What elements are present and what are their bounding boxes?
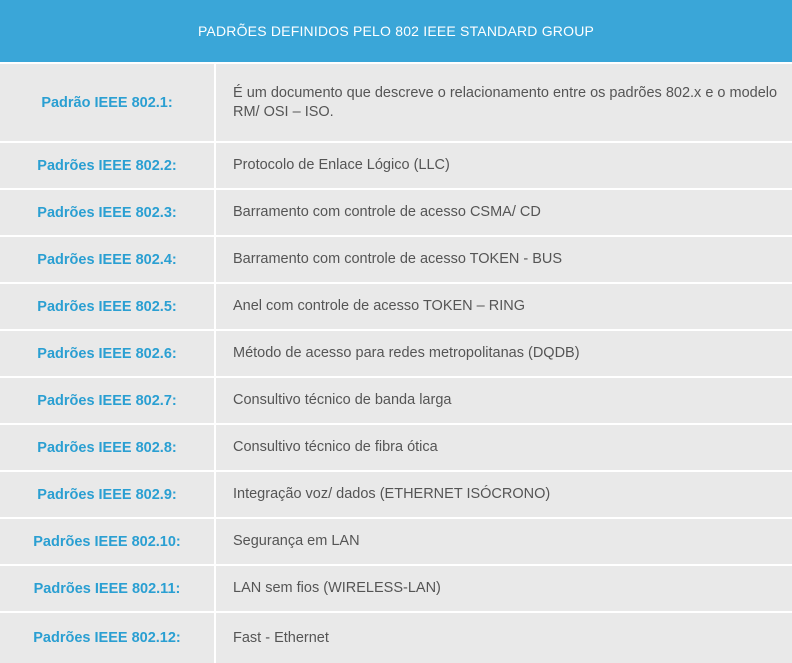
standard-label: Padrões IEEE 802.4: — [0, 237, 216, 282]
standard-description: É um documento que descreve o relacionam… — [233, 84, 778, 120]
standard-description: Fast - Ethernet — [233, 629, 329, 646]
table-row: Padrões IEEE 802.3: Barramento com contr… — [0, 190, 792, 237]
standard-description: Barramento com controle de acesso TOKEN … — [233, 251, 563, 267]
standard-description: Segurança em LAN — [233, 533, 360, 549]
table-row: Padrões IEEE 802.4: Barramento com contr… — [0, 237, 792, 284]
standard-label: Padrões IEEE 802.6: — [0, 331, 216, 376]
standard-description: Consultivo técnico de fibra ótica — [233, 439, 438, 455]
table-body: Padrão IEEE 802.1: É um documento que de… — [0, 64, 792, 663]
standard-label: Padrões IEEE 802.5: — [0, 284, 216, 329]
standard-description: Protocolo de Enlace Lógico (LLC) — [233, 157, 450, 173]
standard-description: LAN sem fios (WIRELESS-LAN) — [233, 580, 441, 596]
standard-label: Padrão IEEE 802.1: — [0, 64, 216, 141]
standard-label: Padrões IEEE 802.9: — [0, 472, 216, 517]
table-row: Padrões IEEE 802.11: LAN sem fios (WIREL… — [0, 566, 792, 613]
standard-label: Padrões IEEE 802.12: — [0, 613, 216, 663]
table-title: PADRÕES DEFINIDOS PELO 802 IEEE STANDARD… — [197, 23, 595, 39]
standard-description: Anel com controle de acesso TOKEN – RING — [233, 298, 526, 314]
standard-label: Padrões IEEE 802.8: — [0, 425, 216, 470]
standard-label: Padrões IEEE 802.2: — [0, 143, 216, 188]
table-header: PADRÕES DEFINIDOS PELO 802 IEEE STANDARD… — [0, 0, 792, 64]
standard-description: Método de acesso para redes metropolitan… — [233, 345, 580, 361]
table-row: Padrões IEEE 802.5: Anel com controle de… — [0, 284, 792, 331]
table-row: Padrões IEEE 802.12: Fast - Ethernet — [0, 613, 792, 663]
table-row: Padrões IEEE 802.9: Integração voz/ dado… — [0, 472, 792, 519]
standard-description: Integração voz/ dados (ETHERNET ISÓCRONO… — [233, 486, 551, 502]
standard-description: Barramento com controle de acesso CSMA/ … — [233, 204, 541, 220]
table-row: Padrões IEEE 802.6: Método de acesso par… — [0, 331, 792, 378]
table-row: Padrões IEEE 802.2: Protocolo de Enlace … — [0, 143, 792, 190]
standard-description: Consultivo técnico de banda larga — [233, 392, 452, 408]
table-row: Padrão IEEE 802.1: É um documento que de… — [0, 64, 792, 143]
standard-label: Padrões IEEE 802.7: — [0, 378, 216, 423]
table-row: Padrões IEEE 802.8: Consultivo técnico d… — [0, 425, 792, 472]
standard-label: Padrões IEEE 802.3: — [0, 190, 216, 235]
standard-label: Padrões IEEE 802.11: — [0, 566, 216, 611]
table-row: Padrões IEEE 802.10: Segurança em LAN — [0, 519, 792, 566]
standard-label: Padrões IEEE 802.10: — [0, 519, 216, 564]
table-row: Padrões IEEE 802.7: Consultivo técnico d… — [0, 378, 792, 425]
ieee-standards-table: PADRÕES DEFINIDOS PELO 802 IEEE STANDARD… — [0, 0, 792, 663]
